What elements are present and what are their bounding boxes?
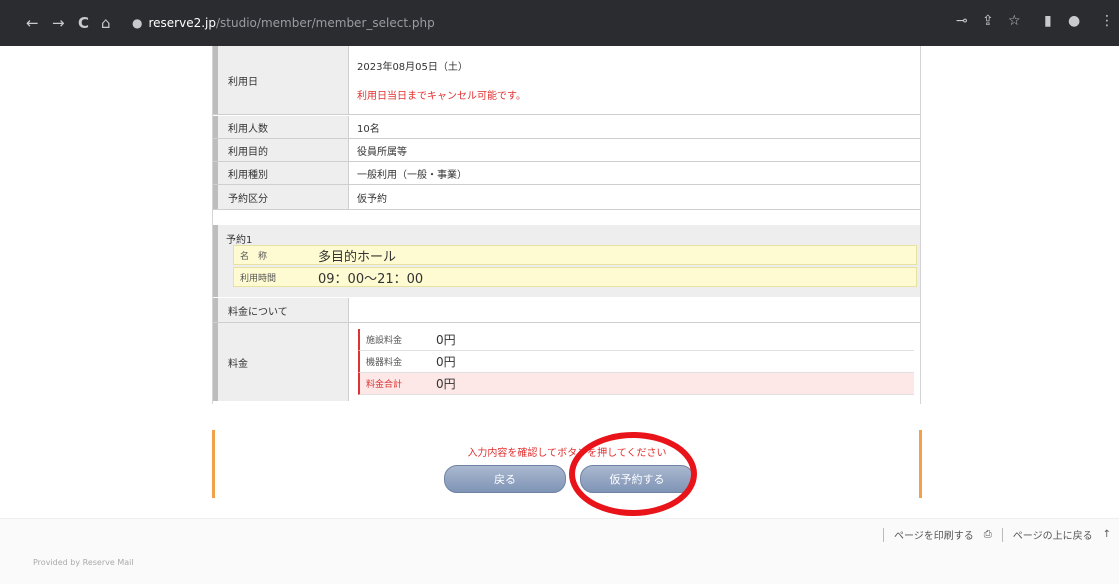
fee-about-label: 料金について	[213, 298, 349, 322]
home-icon[interactable]: ⌂	[101, 14, 111, 32]
fee-total-label: 料金合計	[366, 380, 403, 390]
type-label: 利用種別	[213, 162, 349, 184]
row-people: 利用人数 10名	[213, 116, 920, 139]
date-note: 利用日当日までキャンセル可能です。	[357, 91, 526, 102]
type-value: 一般利用（一般・事業）	[357, 169, 467, 181]
profile-icon[interactable]: ●	[1068, 13, 1080, 29]
fee-label: 料金	[213, 323, 349, 401]
address-bar[interactable]: ● reserve2.jp /studio/member/member_sele…	[132, 10, 435, 36]
division-value: 仮予約	[357, 193, 387, 205]
row-fee-about: 料金について	[213, 298, 920, 323]
time-label: 利用時間	[240, 273, 277, 284]
url-path: /studio/member/member_select.php	[216, 16, 435, 30]
time-value: 09：00〜21：00	[318, 271, 424, 287]
fee-total-value: 0円	[436, 377, 456, 391]
back-icon[interactable]: ←	[26, 14, 39, 32]
fee-total: 料金合計 0円	[358, 373, 914, 395]
printer-icon[interactable]: ⎙	[984, 529, 992, 540]
menu-icon[interactable]: ⋮	[1100, 13, 1114, 29]
row-type: 利用種別 一般利用（一般・事業）	[213, 162, 920, 185]
star-icon[interactable]: ☆	[1008, 13, 1021, 29]
confirm-message: 入力内容を確認してボタンを押してください	[467, 448, 667, 459]
confirm-panel: 入力内容を確認してボタンを押してください 戻る 仮予約する	[212, 430, 922, 498]
url-host: reserve2.jp	[148, 16, 216, 30]
browser-toolbar: ← → C ⌂ ● reserve2.jp /studio/member/mem…	[0, 0, 1119, 46]
reservation-block: 予約1 名 称 多目的ホール 利用時間 09：00〜21：00	[213, 225, 920, 297]
people-label: 利用人数	[213, 116, 349, 138]
facility-name-row: 名 称 多目的ホール	[233, 245, 917, 265]
date-label: 利用日	[213, 46, 349, 114]
key-icon[interactable]: ⊸	[956, 13, 968, 29]
fee-facility-label: 施設料金	[366, 336, 403, 346]
back-button[interactable]: 戻る	[444, 465, 566, 493]
back-to-top-link[interactable]: ページの上に戻る	[1013, 527, 1093, 542]
row-purpose: 利用目的 役員所属等	[213, 139, 920, 162]
share-icon[interactable]: ⇪	[982, 13, 994, 29]
arrow-up-icon[interactable]: ↑	[1103, 529, 1111, 540]
date-value: 2023年08月05日（土）	[357, 62, 468, 73]
name-label: 名 称	[240, 251, 268, 262]
fee-facility-value: 0円	[436, 333, 456, 347]
name-value: 多目的ホール	[318, 249, 397, 265]
forward-icon[interactable]: →	[52, 14, 65, 32]
reservation-head: 予約1	[226, 235, 253, 246]
powered-by: Provided by Reserve Mail	[33, 558, 134, 567]
lock-icon: ●	[132, 16, 143, 30]
time-row: 利用時間 09：00〜21：00	[233, 267, 917, 287]
page-footer: ページを印刷する ⎙ ページの上に戻る ↑ Provided by Reserv…	[0, 518, 1119, 584]
reservation-details: 利用日 2023年08月05日（土） 利用日当日までキャンセル可能です。 利用人…	[212, 46, 921, 404]
print-page-link[interactable]: ページを印刷する	[894, 527, 974, 542]
reload-icon[interactable]: C	[78, 14, 89, 32]
people-value: 10名	[357, 123, 380, 135]
fee-equipment-label: 機器料金	[366, 358, 403, 368]
fee-facility: 施設料金 0円	[358, 329, 914, 351]
purpose-value: 役員所属等	[357, 146, 407, 158]
highlight-circle	[569, 432, 697, 516]
sidepanel-icon[interactable]: ▮	[1044, 13, 1052, 29]
row-division: 予約区分 仮予約	[213, 185, 920, 210]
fee-equipment: 機器料金 0円	[358, 351, 914, 373]
fee-equipment-value: 0円	[436, 355, 456, 369]
division-label: 予約区分	[213, 185, 349, 209]
purpose-label: 利用目的	[213, 139, 349, 161]
row-date: 利用日 2023年08月05日（土） 利用日当日までキャンセル可能です。	[213, 46, 920, 115]
